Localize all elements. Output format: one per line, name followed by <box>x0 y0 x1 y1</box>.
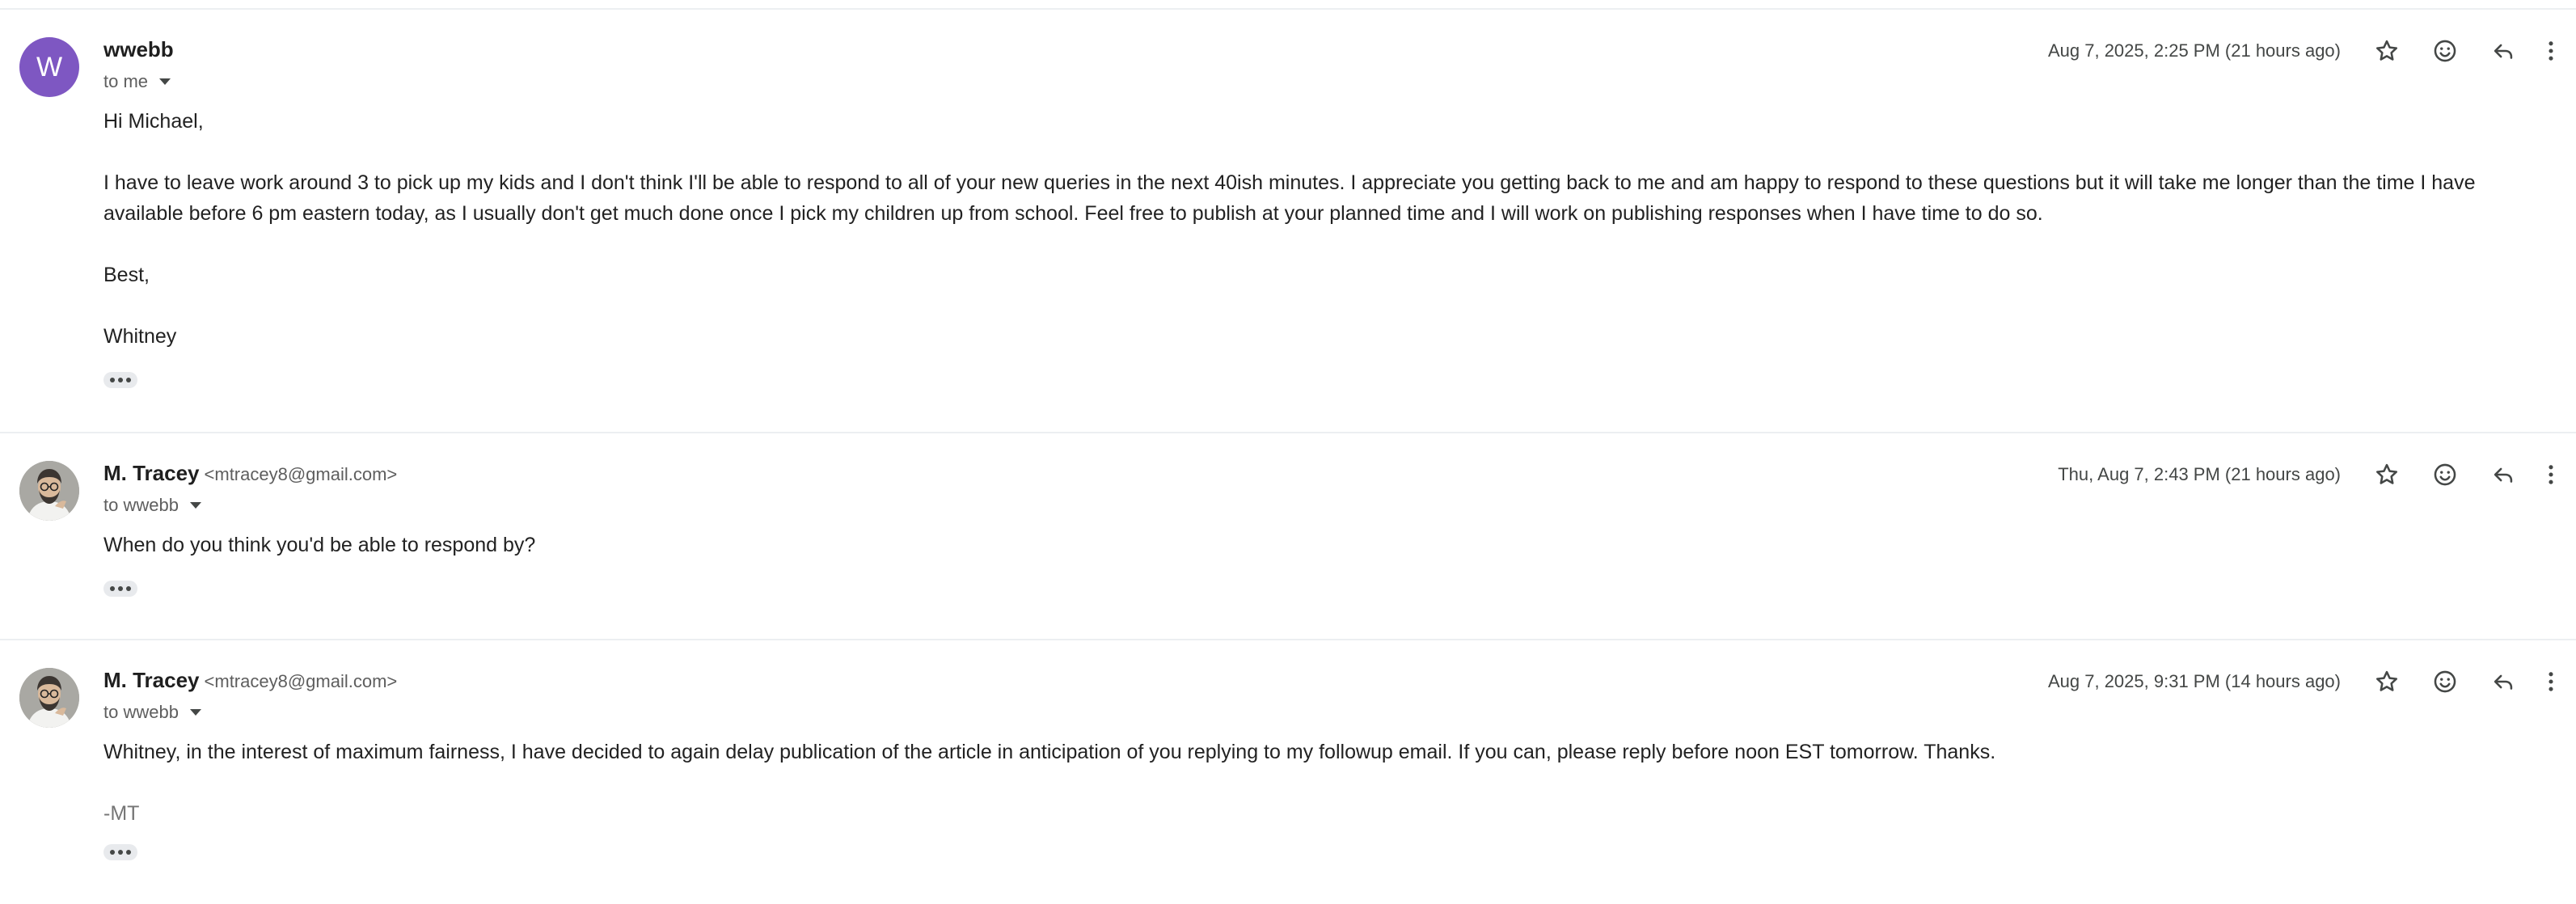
reply-icon <box>2494 44 2513 59</box>
message-actions <box>2358 668 2576 695</box>
star-icon <box>2375 463 2398 484</box>
show-trimmed-content-icon <box>110 586 115 591</box>
show-trimmed-content-icon <box>110 378 115 382</box>
sender-name[interactable]: wwebb <box>103 37 174 62</box>
avatar[interactable] <box>19 461 79 521</box>
thread-top-divider <box>0 8 2576 10</box>
more-vertical-icon <box>2549 672 2553 691</box>
chevron-down-icon[interactable] <box>159 78 171 85</box>
profile-photo <box>19 668 79 728</box>
show-trimmed-content-button[interactable] <box>103 372 137 388</box>
sender-name[interactable]: M. Tracey <box>103 461 200 486</box>
sender-line: wwebb <box>103 37 174 65</box>
message-paragraph: I have to leave work around 3 to pick up… <box>103 171 2476 225</box>
recipient-line[interactable]: to wwebb <box>103 700 201 724</box>
more-vertical-icon <box>2549 41 2553 61</box>
message-date: Aug 7, 2025, 9:31 PM (14 hours ago) <box>2047 671 2341 691</box>
email-thread: W wwebb to me Aug 7, 2025, 2:25 PM (21 h… <box>0 0 2576 904</box>
avatar-letter: W <box>36 51 63 82</box>
profile-photo <box>19 461 79 521</box>
recipient-label: to me <box>103 71 149 91</box>
sender-email: <mtracey8@gmail.com> <box>204 671 398 691</box>
message-date: Thu, Aug 7, 2:43 PM (21 hours ago) <box>2058 464 2341 484</box>
recipient-label: to wwebb <box>103 495 179 515</box>
show-trimmed-content-icon <box>110 850 115 855</box>
email-message: W wwebb to me Aug 7, 2025, 2:25 PM (21 h… <box>0 37 2576 409</box>
sender-line: M. Tracey <mtracey8@gmail.com> <box>103 668 397 695</box>
add-reaction-button[interactable] <box>2416 28 2474 74</box>
email-message: M. Tracey <mtracey8@gmail.com> to wwebb … <box>0 668 2576 878</box>
reply-button[interactable] <box>2474 452 2532 497</box>
add-reaction-button[interactable] <box>2416 659 2474 704</box>
star-button[interactable] <box>2358 452 2416 497</box>
message-signature: Whitney <box>103 325 177 348</box>
reply-icon <box>2494 674 2513 690</box>
star-button[interactable] <box>2358 659 2416 704</box>
more-vertical-icon <box>2549 465 2553 484</box>
star-icon <box>2375 670 2398 691</box>
message-divider <box>0 432 2576 433</box>
reply-button[interactable] <box>2474 659 2532 704</box>
add-reaction-button[interactable] <box>2416 452 2474 497</box>
recipient-line[interactable]: to me <box>103 70 171 94</box>
message-greeting: Hi Michael, <box>103 110 204 133</box>
message-actions <box>2358 37 2576 65</box>
sender-name[interactable]: M. Tracey <box>103 668 200 693</box>
message-actions <box>2358 461 2576 488</box>
message-date: Aug 7, 2025, 2:25 PM (21 hours ago) <box>2047 40 2341 61</box>
message-signature: -MT <box>103 802 140 825</box>
emoji-icon <box>2434 40 2456 62</box>
star-icon <box>2375 40 2398 61</box>
emoji-icon <box>2434 670 2456 693</box>
message-paragraph: When do you think you'd be able to respo… <box>103 534 536 556</box>
more-options-button[interactable] <box>2532 659 2576 704</box>
chevron-down-icon[interactable] <box>189 709 201 716</box>
recipient-line[interactable]: to wwebb <box>103 493 201 517</box>
show-trimmed-content-button[interactable] <box>103 844 137 860</box>
avatar[interactable]: W <box>19 37 79 97</box>
reply-icon <box>2494 467 2513 483</box>
chevron-down-icon[interactable] <box>189 502 201 509</box>
message-body: Hi Michael, I have to leave work around … <box>103 106 2529 352</box>
more-options-button[interactable] <box>2532 452 2576 497</box>
star-button[interactable] <box>2358 28 2416 74</box>
email-message: M. Tracey <mtracey8@gmail.com> to wwebb … <box>0 461 2576 623</box>
message-body: Whitney, in the interest of maximum fair… <box>103 737 2529 829</box>
avatar[interactable] <box>19 668 79 728</box>
message-body: When do you think you'd be able to respo… <box>103 530 2529 560</box>
message-paragraph: Whitney, in the interest of maximum fair… <box>103 741 1996 763</box>
reply-button[interactable] <box>2474 28 2532 74</box>
recipient-label: to wwebb <box>103 702 179 722</box>
show-trimmed-content-button[interactable] <box>103 581 137 597</box>
sender-line: M. Tracey <mtracey8@gmail.com> <box>103 461 397 488</box>
emoji-icon <box>2434 463 2456 486</box>
sender-email: <mtracey8@gmail.com> <box>204 464 398 484</box>
message-divider <box>0 639 2576 640</box>
message-closing: Best, <box>103 264 150 286</box>
more-options-button[interactable] <box>2532 28 2576 74</box>
